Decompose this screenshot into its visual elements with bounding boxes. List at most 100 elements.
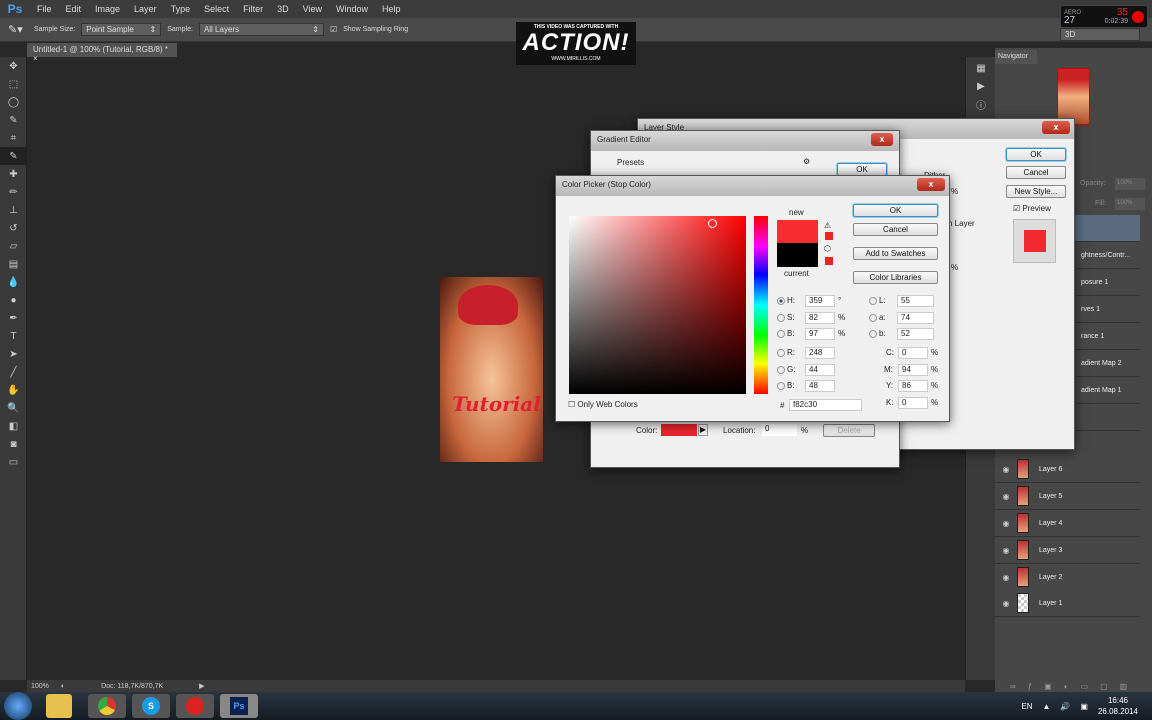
layer-footer-icons[interactable]: ∞ƒ▣◐▭▢▥ <box>1010 682 1139 691</box>
lab-a-field[interactable]: 74 <box>897 312 934 324</box>
web-safe-swatch[interactable] <box>825 257 833 265</box>
navigator-tab[interactable]: Navigator <box>995 50 1037 64</box>
zoom-tool-icon[interactable]: 🔍 <box>0 399 27 417</box>
taskbar-explorer[interactable] <box>46 694 72 718</box>
eye-icon[interactable]: ◉ <box>995 599 1017 608</box>
lab-a-radio[interactable] <box>869 314 877 322</box>
show-ring-checkbox[interactable]: ☑ <box>330 25 337 34</box>
navigator-thumbnail[interactable] <box>1057 68 1090 125</box>
sample-select[interactable]: All Layers ⇕ <box>198 23 324 36</box>
network-icon[interactable]: ▣ <box>1080 702 1088 711</box>
red-field[interactable]: 248 <box>805 347 835 359</box>
lab-l-radio[interactable] <box>869 297 877 305</box>
menu-view[interactable]: View <box>296 4 329 14</box>
hue-slider[interactable] <box>754 216 768 394</box>
lasso-tool-icon[interactable]: ◯ <box>0 93 27 111</box>
quick-select-tool-icon[interactable]: ✎ <box>0 111 27 129</box>
path-select-icon[interactable]: ➤ <box>0 345 27 363</box>
saturation-radio[interactable] <box>777 314 785 322</box>
green-field[interactable]: 44 <box>805 364 835 376</box>
layer-row[interactable]: ◉ Layer 3 <box>995 537 1140 564</box>
pen-tool-icon[interactable]: ✒ <box>0 309 27 327</box>
marquee-tool-icon[interactable]: ⬚ <box>0 75 27 93</box>
color-picker-ring[interactable] <box>708 219 717 228</box>
eye-icon[interactable]: ◉ <box>995 492 1017 501</box>
close-button[interactable]: x <box>917 178 945 191</box>
hand-tool-icon[interactable]: ✋ <box>0 381 27 399</box>
location-field[interactable]: 0 <box>762 424 797 436</box>
status-menu-icon[interactable]: ◐ <box>61 683 65 690</box>
close-tab-icon[interactable]: × <box>33 54 38 63</box>
add-to-swatches-button[interactable]: Add to Swatches <box>853 247 938 260</box>
close-button[interactable]: x <box>1042 121 1070 134</box>
close-button[interactable]: x <box>871 133 893 146</box>
layer-row[interactable]: ◉ Layer 4 <box>995 510 1140 537</box>
cancel-button[interactable]: Cancel <box>853 223 938 236</box>
history-brush-icon[interactable]: ↺ <box>0 219 27 237</box>
blue-radio[interactable] <box>777 382 785 390</box>
gamut-warning-icon[interactable]: ⚠ <box>824 221 831 230</box>
gamut-swatch[interactable] <box>825 232 833 240</box>
actions-panel-icon[interactable]: ▶ <box>966 77 996 95</box>
fill-field[interactable]: 100% <box>1115 198 1145 210</box>
brush-tool-icon[interactable]: ✏ <box>0 183 27 201</box>
ok-button[interactable]: OK <box>1006 148 1066 161</box>
menu-layer[interactable]: Layer <box>127 4 164 14</box>
eye-icon[interactable]: ◉ <box>995 573 1017 582</box>
magenta-field[interactable]: 94 <box>898 364 928 376</box>
layer-row[interactable]: ◉ Layer 1 <box>995 590 1140 617</box>
menu-window[interactable]: Window <box>329 4 375 14</box>
clock[interactable]: 16:46 26.08.2014 <box>1098 695 1138 717</box>
taskbar-chrome[interactable] <box>88 694 126 718</box>
cancel-button[interactable]: Cancel <box>1006 166 1066 179</box>
saturation-field[interactable]: 82 <box>805 312 835 324</box>
layer-row[interactable]: ◉ Layer 5 <box>995 483 1140 510</box>
taskbar-recorder[interactable] <box>176 694 214 718</box>
color-field[interactable] <box>569 216 746 394</box>
eye-icon[interactable]: ◉ <box>995 519 1017 528</box>
hue-field[interactable]: 359 <box>805 295 835 307</box>
eye-icon[interactable]: ◉ <box>995 465 1017 474</box>
menu-filter[interactable]: Filter <box>236 4 270 14</box>
brightness-field[interactable]: 97 <box>805 328 835 340</box>
zoom-level[interactable]: 100% <box>31 683 49 690</box>
opacity-field[interactable]: 100% <box>1115 178 1145 190</box>
workspace-select[interactable]: 3D <box>1060 28 1140 41</box>
menu-image[interactable]: Image <box>88 4 127 14</box>
eyedropper-tool-icon[interactable]: ✎ <box>0 147 27 165</box>
new-style-button[interactable]: New Style... <box>1006 185 1066 198</box>
menu-3d[interactable]: 3D <box>270 4 296 14</box>
taskbar-photoshop[interactable]: Ps <box>220 694 258 718</box>
hue-radio[interactable] <box>777 297 785 305</box>
sample-size-select[interactable]: Point Sample ⇕ <box>81 23 162 36</box>
language-indicator[interactable]: EN <box>1021 702 1032 711</box>
layer-row[interactable]: ◉ Layer 2 <box>995 564 1140 591</box>
hex-field[interactable]: f82c30 <box>789 399 862 411</box>
status-arrow-icon[interactable]: ▶ <box>199 682 204 690</box>
cyan-field[interactable]: 0 <box>898 347 928 359</box>
blur-tool-icon[interactable]: 💧 <box>0 273 27 291</box>
color-swatches-icon[interactable]: ◧ <box>0 417 27 435</box>
gear-icon[interactable]: ⚙ <box>803 157 810 166</box>
red-radio[interactable] <box>777 349 785 357</box>
menu-edit[interactable]: Edit <box>59 4 89 14</box>
lab-b-radio[interactable] <box>869 330 877 338</box>
yellow-field[interactable]: 86 <box>898 380 928 392</box>
eye-icon[interactable]: ◉ <box>995 546 1017 555</box>
shape-tool-icon[interactable]: ╱ <box>0 363 27 381</box>
brightness-radio[interactable] <box>777 330 785 338</box>
eraser-tool-icon[interactable]: ▱ <box>0 237 27 255</box>
eyedropper-icon[interactable]: ✎▾ <box>8 23 28 36</box>
history-panel-icon[interactable]: ▦ <box>966 59 996 77</box>
layer-row[interactable]: ◉ Layer 6 <box>995 456 1140 483</box>
menu-type[interactable]: Type <box>164 4 198 14</box>
green-radio[interactable] <box>777 366 785 374</box>
screen-mode-icon[interactable]: ▭ <box>0 453 27 471</box>
black-field[interactable]: 0 <box>898 397 928 409</box>
tray-arrow-icon[interactable]: ▲ <box>1043 702 1051 711</box>
only-web-colors-checkbox[interactable]: ☐ Only Web Colors <box>568 400 638 409</box>
stamp-tool-icon[interactable]: ⊥ <box>0 201 27 219</box>
color-libraries-button[interactable]: Color Libraries <box>853 271 938 284</box>
canvas-image[interactable]: Tutorial <box>440 277 543 462</box>
taskbar-skype[interactable]: S <box>132 694 170 718</box>
